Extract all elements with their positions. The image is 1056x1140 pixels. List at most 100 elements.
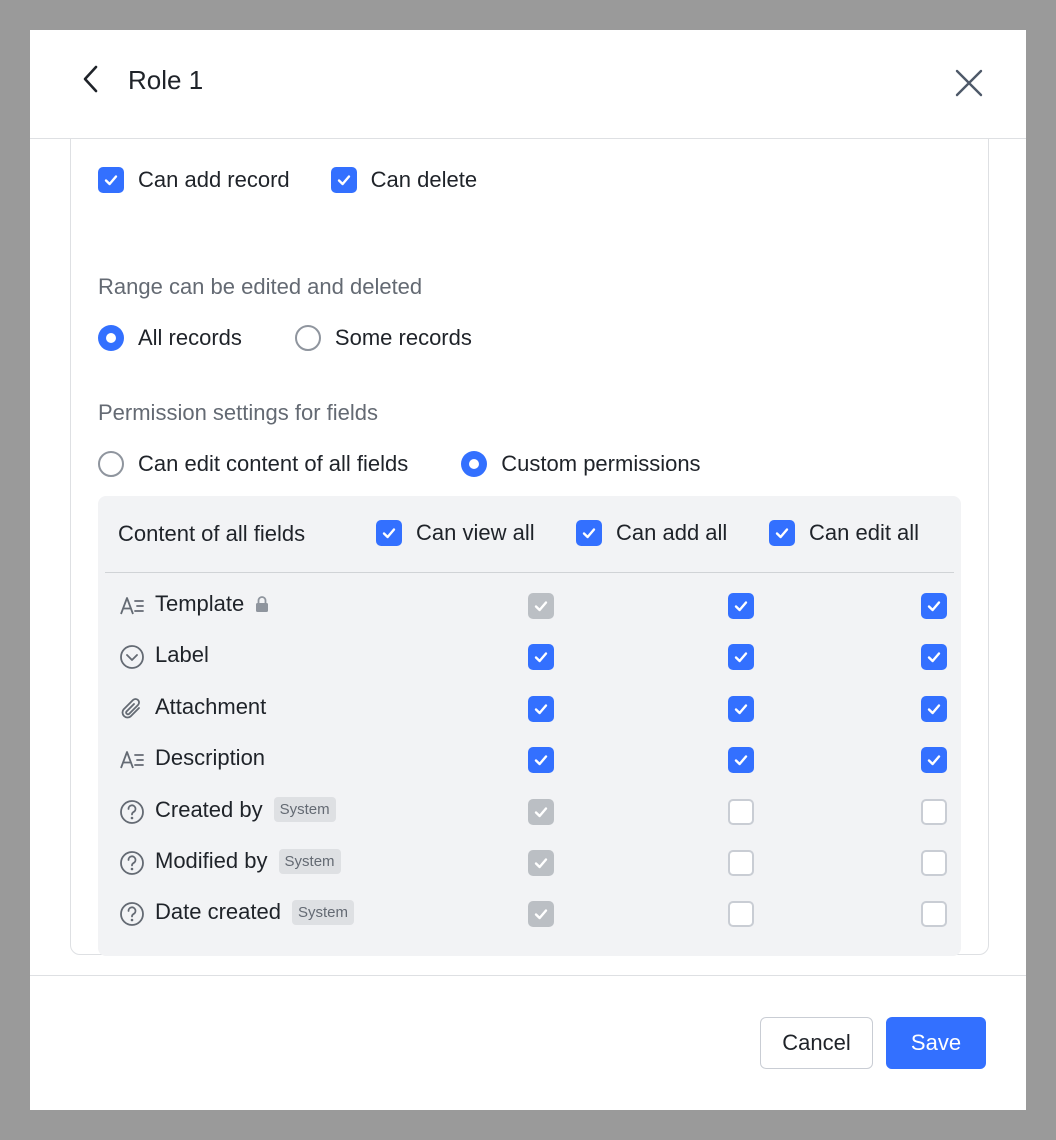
- page-title: Role 1: [128, 65, 204, 95]
- checkbox-box[interactable]: [98, 167, 124, 193]
- column-label: Can view all: [416, 520, 535, 545]
- check-icon: [534, 601, 548, 612]
- table-row: Created by System: [98, 787, 961, 837]
- check-icon: [927, 652, 941, 663]
- field-name-text: Template: [155, 591, 245, 616]
- table-row: Modified by System: [98, 838, 961, 888]
- table-header-divider: [105, 572, 954, 573]
- table-row: Label: [98, 632, 961, 682]
- field-name-text: Attachment: [155, 693, 267, 719]
- field-name: Created by System: [155, 797, 336, 823]
- permission-checkbox-view[interactable]: [528, 747, 554, 774]
- checkbox-box[interactable]: [576, 520, 602, 546]
- table-header-label: Content of all fields: [118, 521, 306, 546]
- footer-divider: [30, 975, 1026, 976]
- check-icon: [534, 909, 548, 920]
- permission-checkbox-view: [528, 901, 554, 928]
- permission-checkbox-add[interactable]: [728, 747, 754, 774]
- radio-dot[interactable]: [461, 451, 488, 477]
- field-name: Label: [155, 642, 209, 668]
- radio-custom-permissions[interactable]: Custom permissions: [461, 451, 701, 477]
- role-dialog: Role 1 Can add record Can delete Range c…: [30, 30, 1026, 1110]
- check-icon: [927, 704, 941, 714]
- can-edit-all-checkbox[interactable]: Can edit all: [769, 520, 919, 546]
- radio-all-records[interactable]: All records: [98, 325, 242, 351]
- text-field-icon: [118, 746, 146, 774]
- radio-edit-all-fields[interactable]: Can edit content of all fields: [98, 451, 408, 477]
- table-header: Content of all fields Can view all Can a…: [98, 496, 961, 572]
- permission-checkbox-edit[interactable]: [921, 747, 947, 774]
- lock-icon: [256, 596, 269, 612]
- can-delete-label: Can delete: [370, 167, 478, 192]
- single-select-icon: [118, 643, 146, 671]
- table-row: Attachment: [98, 684, 961, 734]
- permission-checkbox-edit[interactable]: [921, 644, 947, 671]
- chevron-left-icon: [83, 65, 98, 93]
- field-name: Attachment: [155, 694, 266, 720]
- permission-checkbox-view: [528, 798, 554, 825]
- checkbox-box[interactable]: [376, 520, 402, 546]
- permission-checkbox-edit[interactable]: [921, 850, 947, 876]
- system-badge: System: [273, 797, 336, 823]
- field-name-text: Date created: [155, 899, 281, 925]
- close-icon: [955, 69, 983, 97]
- range-options: All records Some records: [98, 325, 472, 351]
- permission-checkbox-add[interactable]: [728, 695, 754, 722]
- check-icon: [337, 175, 350, 186]
- close-button[interactable]: [950, 64, 988, 102]
- field-name: Template: [155, 591, 270, 617]
- radio-some-records[interactable]: Some records: [294, 325, 472, 351]
- field-name-text: Label: [155, 642, 209, 668]
- radio-label: Some records: [334, 325, 472, 350]
- can-add-all-checkbox[interactable]: Can add all: [576, 520, 727, 546]
- permission-checkbox-add[interactable]: [728, 644, 754, 671]
- radio-dot[interactable]: [294, 325, 321, 351]
- checkbox-box[interactable]: [330, 167, 357, 193]
- check-icon: [534, 858, 548, 869]
- permission-checkbox-edit[interactable]: [921, 798, 947, 825]
- column-label: Can add all: [616, 520, 728, 545]
- radio-dot[interactable]: [98, 325, 124, 351]
- permission-checkbox-add[interactable]: [728, 798, 754, 825]
- check-icon: [582, 528, 596, 539]
- field-permissions-section-label: Permission settings for fields: [98, 400, 378, 425]
- permission-checkbox-edit[interactable]: [921, 695, 947, 722]
- can-view-all-checkbox[interactable]: Can view all: [376, 520, 535, 546]
- field-name: Description: [155, 745, 265, 771]
- table-row: Description: [98, 735, 961, 785]
- system-badge: System: [291, 899, 354, 925]
- check-icon: [734, 601, 748, 612]
- dialog-header: Role 1: [30, 30, 1026, 139]
- can-add-record-checkbox[interactable]: Can add record: [98, 167, 290, 193]
- record-permissions-row: Can add record Can delete: [98, 167, 477, 193]
- field-name: Modified by System: [155, 848, 341, 874]
- check-icon: [382, 528, 396, 539]
- field-permission-options: Can edit content of all fields Custom pe…: [98, 451, 701, 477]
- text-field-icon: [118, 592, 146, 620]
- column-label: Can edit all: [809, 520, 920, 545]
- checkbox-box[interactable]: [769, 520, 795, 546]
- field-name: Date created System: [155, 899, 354, 925]
- permission-checkbox-view: [528, 593, 554, 619]
- permission-checkbox-view[interactable]: [528, 644, 554, 671]
- check-icon: [534, 806, 548, 817]
- back-button[interactable]: [78, 64, 106, 94]
- can-delete-checkbox[interactable]: Can delete: [330, 167, 478, 193]
- permission-checkbox-view[interactable]: [528, 695, 554, 722]
- permission-checkbox-add[interactable]: [728, 901, 754, 928]
- radio-dot[interactable]: [98, 451, 124, 477]
- check-icon: [534, 755, 548, 766]
- check-icon: [534, 652, 548, 663]
- save-button[interactable]: Save: [886, 1017, 986, 1069]
- permission-checkbox-add[interactable]: [728, 850, 754, 876]
- permission-checkbox-add[interactable]: [728, 593, 754, 619]
- field-name-text: Created by: [155, 796, 263, 822]
- permission-checkbox-view: [528, 850, 554, 876]
- permission-checkbox-edit[interactable]: [921, 901, 947, 928]
- permission-checkbox-edit[interactable]: [921, 593, 947, 619]
- check-icon: [534, 704, 548, 714]
- cancel-button[interactable]: Cancel: [760, 1017, 873, 1069]
- radio-label: Custom permissions: [501, 451, 701, 476]
- range-section-label: Range can be edited and deleted: [98, 274, 423, 299]
- check-icon: [734, 755, 748, 766]
